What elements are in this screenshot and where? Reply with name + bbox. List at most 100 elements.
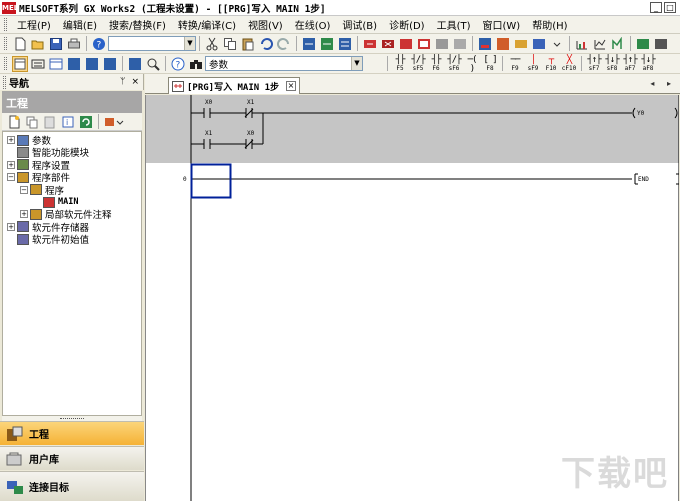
ladder-editor[interactable]: X0 X1 Y0 X1 X0 0 END 下载吧 (145, 95, 679, 501)
read-plc-icon[interactable] (301, 36, 317, 52)
expand-icon[interactable]: + (7, 136, 15, 144)
device-monitor-icon[interactable] (84, 56, 100, 72)
close-icon[interactable]: × (131, 77, 139, 87)
sampling-trace-icon[interactable] (592, 36, 608, 52)
device-list-icon[interactable] (477, 36, 493, 52)
monitor-start-icon[interactable] (362, 36, 378, 52)
tree-item-6[interactable]: + 局部软元件注释 (20, 208, 112, 221)
navigation-window-icon[interactable] (12, 55, 28, 72)
collapse-icon[interactable]: − (20, 185, 28, 194)
simulation-stop-icon[interactable] (653, 36, 669, 52)
expand-icon[interactable]: + (7, 222, 15, 231)
menu-view[interactable]: 视图(V) (242, 17, 289, 32)
ladder-symbol-af8-icon[interactable]: ┤↓├ aF8 (640, 55, 656, 72)
end-instruction[interactable]: END (634, 173, 679, 185)
tab-scroll-arrows-icon[interactable]: ◂ ▸ (650, 79, 676, 88)
pin-icon[interactable]: ᛘ (120, 77, 125, 87)
bar-chart-icon[interactable] (574, 36, 590, 52)
write-mode-icon[interactable] (416, 36, 432, 52)
menu-compile[interactable]: 转换/编译(C) (172, 17, 242, 32)
ladder-symbol-sf6-icon[interactable]: ┤/├ sF6 (446, 55, 462, 72)
output-window-icon[interactable] (48, 56, 64, 72)
simulation-start-icon[interactable] (635, 36, 651, 52)
menu-find-replace[interactable]: 搜索/替换(F) (103, 17, 172, 32)
toolbar-options-icon[interactable] (549, 36, 565, 52)
tree-item-2[interactable]: + 程序设置 (7, 159, 70, 172)
copy-data-icon[interactable] (24, 114, 40, 130)
chevron-down-icon[interactable]: ▼ (351, 57, 362, 70)
device-comment-icon[interactable] (66, 56, 82, 72)
menu-diagnostics[interactable]: 诊断(D) (383, 17, 431, 32)
ladder-symbol-f6-icon[interactable]: ┤├ F6 (428, 55, 444, 72)
ladder-symbol-af7-icon[interactable]: ┤↑├ aF7 (622, 55, 638, 72)
menu-edit[interactable]: 编辑(E) (57, 17, 103, 32)
partner-icon[interactable] (30, 56, 46, 72)
menu-tool[interactable]: 工具(T) (431, 17, 477, 32)
new-file-icon[interactable] (12, 36, 28, 52)
ladder-symbol-f9-icon[interactable]: ── F9 (507, 55, 523, 72)
help-icon[interactable]: ? (91, 36, 107, 52)
copy-icon[interactable] (222, 36, 238, 52)
menu-help[interactable]: 帮助(H) (526, 17, 573, 32)
watch-icon[interactable] (610, 36, 626, 52)
maximize-button[interactable]: □ (664, 2, 676, 13)
device-test-icon[interactable] (531, 36, 547, 52)
cut-icon[interactable] (204, 36, 220, 52)
redo-icon[interactable] (276, 36, 292, 52)
ladder-symbol-f7-icon[interactable]: ─( )F7 (464, 55, 480, 73)
paste-icon[interactable] (240, 36, 256, 52)
device-batch-icon[interactable] (495, 36, 511, 52)
paste-data-icon[interactable] (42, 114, 58, 130)
bottom-tab-project[interactable]: 工程 (0, 421, 144, 445)
properties-icon[interactable]: i (60, 114, 76, 130)
expand-icon[interactable]: + (20, 210, 28, 219)
chevron-down-icon[interactable]: ▼ (184, 37, 195, 50)
tree-item-8[interactable]: 软元件初始值 (7, 233, 89, 246)
document-tab-main[interactable]: [PRG]写入 MAIN 1步 × (168, 77, 300, 94)
help-search-icon[interactable]: ? (170, 56, 186, 72)
menu-grip[interactable] (4, 18, 7, 31)
save-icon[interactable] (48, 36, 64, 52)
ladder-symbol-cf10-icon[interactable]: ╳ cF10 (561, 55, 577, 72)
toolbar-combo[interactable]: ▼ (108, 36, 196, 51)
cross-reference-icon[interactable] (127, 56, 143, 72)
tree-item-7[interactable]: + 软元件存储器 (7, 221, 89, 234)
menu-window[interactable]: 窗口(W) (477, 17, 527, 32)
rung-2[interactable]: 0 END (183, 163, 679, 199)
ladder-cursor[interactable] (190, 163, 232, 199)
online-change-icon[interactable] (452, 36, 468, 52)
search-combo[interactable]: 参数 ▼ (205, 56, 363, 71)
close-tab-icon[interactable]: × (286, 81, 296, 91)
ladder-symbol-sf5-icon[interactable]: ┤/├ sF5 (410, 55, 426, 72)
binoculars-icon[interactable] (188, 56, 204, 72)
device-init-icon[interactable] (102, 56, 118, 72)
verify-plc-icon[interactable] (337, 36, 353, 52)
undo-icon[interactable] (258, 36, 274, 52)
ladder-symbol-f5-icon[interactable]: ┤├ F5 (392, 55, 408, 72)
tree-item-0[interactable]: + 参数 (7, 134, 51, 147)
ladder-symbol-f10-icon[interactable]: ┬ F10 (543, 55, 559, 72)
menu-project[interactable]: 工程(P) (11, 17, 57, 32)
bottom-tab-connection[interactable]: 连接目标 (0, 471, 144, 501)
monitor-mode-icon[interactable] (398, 36, 414, 52)
new-data-icon[interactable] (6, 114, 22, 130)
write-plc-icon[interactable] (319, 36, 335, 52)
tree-item-4[interactable]: − 程序 (20, 184, 64, 197)
ladder-symbol-sf7-icon[interactable]: ┤↑├ sF7 (586, 55, 602, 72)
display-option-icon[interactable] (103, 114, 125, 130)
monitor-stop-icon[interactable] (380, 36, 396, 52)
read-mode-icon[interactable] (434, 36, 450, 52)
ladder-diagram[interactable]: X0 X1 Y0 X1 X0 0 END (146, 95, 679, 501)
find-device-icon[interactable] (145, 56, 161, 72)
tree-item-3[interactable]: − 程序部件 (7, 171, 70, 184)
menu-online[interactable]: 在线(O) (289, 17, 337, 32)
ladder-symbol-f8-icon[interactable]: [ ] F8 (482, 55, 498, 72)
bottom-tab-user-library[interactable]: 用户库 (0, 446, 144, 470)
expand-icon[interactable]: + (7, 160, 15, 169)
menu-debug[interactable]: 调试(B) (336, 17, 383, 32)
refresh-icon[interactable] (78, 114, 94, 130)
ladder-symbol-sf9-icon[interactable]: │ sF9 (525, 55, 541, 72)
minimize-button[interactable]: _ (650, 2, 662, 13)
device-edit-icon[interactable] (513, 36, 529, 52)
ladder-symbol-sf8-icon[interactable]: ┤↓├ sF8 (604, 55, 620, 72)
